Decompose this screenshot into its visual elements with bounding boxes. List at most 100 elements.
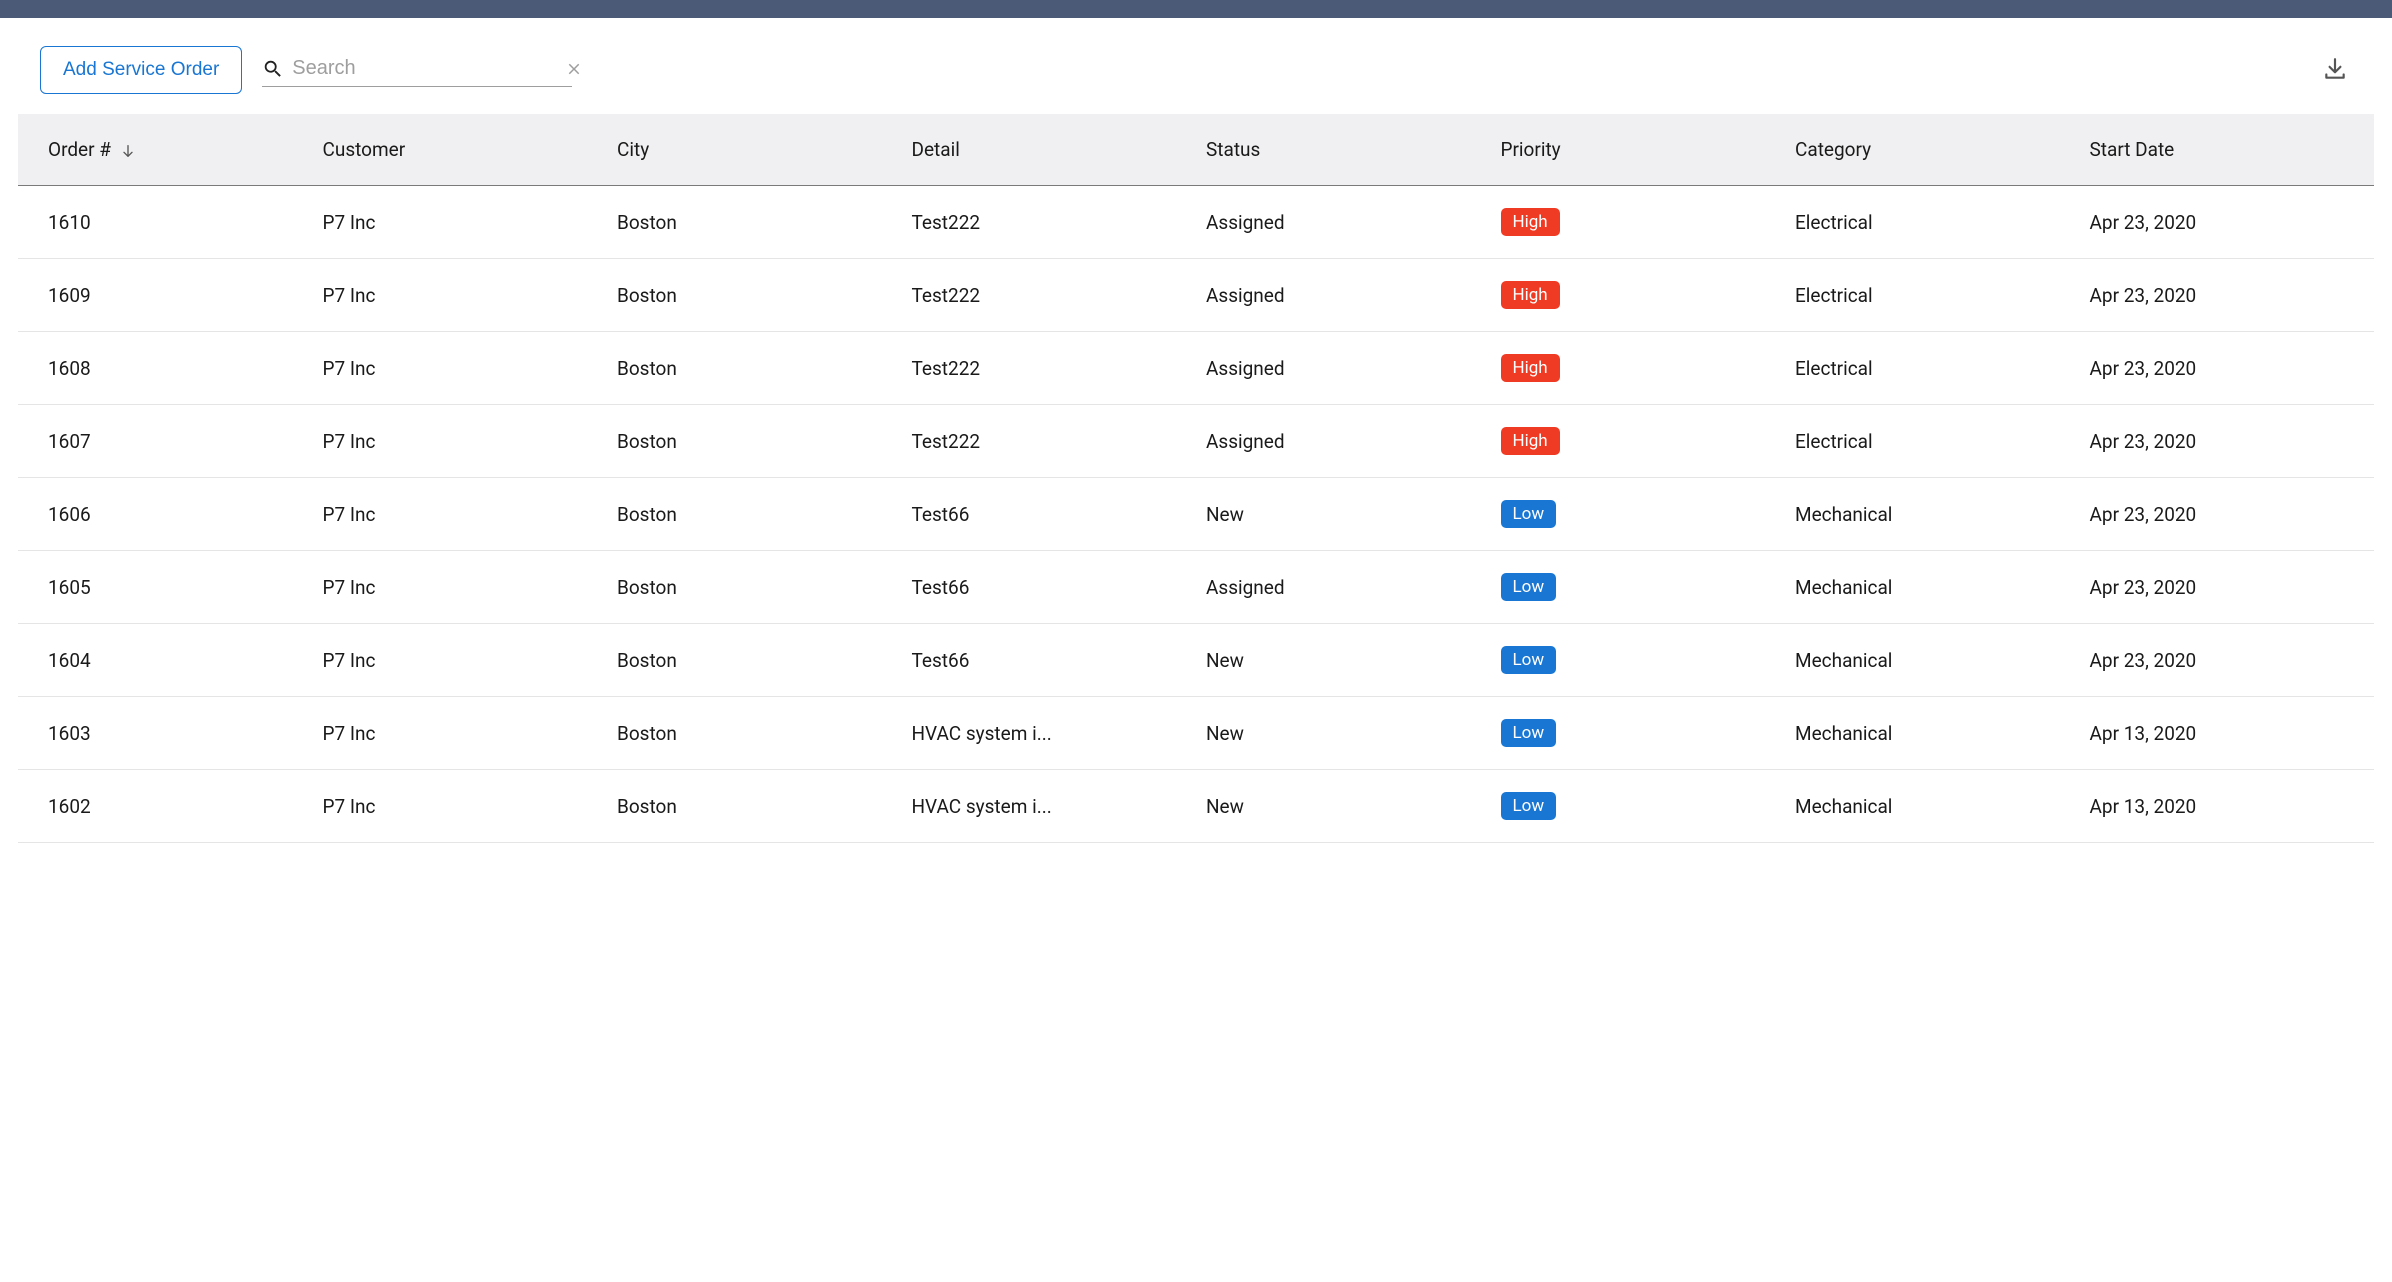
cell-priority: High [1491,405,1786,478]
priority-badge: Low [1501,719,1557,747]
column-header-priority[interactable]: Priority [1491,114,1786,186]
cell-customer: P7 Inc [313,259,608,332]
column-header-category[interactable]: Category [1785,114,2080,186]
priority-badge: Low [1501,573,1557,601]
cell-status: Assigned [1196,259,1491,332]
column-header-order[interactable]: Order # [18,114,313,186]
table-body: 1610P7 IncBostonTest222AssignedHighElect… [18,186,2374,843]
cell-order: 1609 [18,259,313,332]
cell-order: 1608 [18,332,313,405]
add-service-order-button[interactable]: Add Service Order [40,46,242,94]
cell-customer: P7 Inc [313,770,608,843]
cell-city: Boston [607,697,902,770]
cell-customer: P7 Inc [313,405,608,478]
cell-order: 1610 [18,186,313,259]
cell-city: Boston [607,478,902,551]
cell-status: New [1196,624,1491,697]
search-field-wrapper [262,53,572,87]
search-input[interactable] [292,57,557,80]
cell-city: Boston [607,332,902,405]
toolbar: Add Service Order [18,36,2374,114]
cell-detail: Test222 [902,405,1197,478]
table-row[interactable]: 1604P7 IncBostonTest66NewLowMechanicalAp… [18,624,2374,697]
cell-start-date: Apr 23, 2020 [2080,551,2375,624]
service-orders-table: Order # Customer City Detail Status Prio… [18,114,2374,843]
column-header-detail[interactable]: Detail [902,114,1197,186]
cell-start-date: Apr 23, 2020 [2080,332,2375,405]
cell-customer: P7 Inc [313,697,608,770]
cell-priority: High [1491,259,1786,332]
cell-city: Boston [607,186,902,259]
cell-detail: Test222 [902,332,1197,405]
table-row[interactable]: 1603P7 IncBostonHVAC system i...NewLowMe… [18,697,2374,770]
cell-detail: Test222 [902,186,1197,259]
cell-status: New [1196,770,1491,843]
cell-category: Electrical [1785,332,2080,405]
cell-customer: P7 Inc [313,478,608,551]
table-row[interactable]: 1606P7 IncBostonTest66NewLowMechanicalAp… [18,478,2374,551]
cell-status: Assigned [1196,186,1491,259]
cell-city: Boston [607,551,902,624]
cell-start-date: Apr 23, 2020 [2080,478,2375,551]
table-row[interactable]: 1608P7 IncBostonTest222Assigned High Elect… [18,332,2374,405]
table-row[interactable]: 1609P7 IncBostonTest222AssignedHighElect… [18,259,2374,332]
cell-priority: Low [1491,551,1786,624]
cell-detail: Test66 [902,478,1197,551]
table-row[interactable]: 1605P7 IncBostonTest66Assigned Low Mechani… [18,551,2374,624]
clear-icon[interactable] [565,60,583,78]
cell-customer: P7 Inc [313,624,608,697]
column-header-status[interactable]: Status [1196,114,1491,186]
cell-priority: High [1491,186,1786,259]
cell-priority: Low [1491,770,1786,843]
cell-order: 1607 [18,405,313,478]
cell-category: Electrical [1785,186,2080,259]
cell-order: 1604 [18,624,313,697]
table-row[interactable]: 1607P7 IncBostonTest222Assigned High Elect… [18,405,2374,478]
cell-detail: Test222 [902,259,1197,332]
cell-start-date: Apr 23, 2020 [2080,624,2375,697]
cell-city: Boston [607,405,902,478]
column-header-customer[interactable]: Customer [313,114,608,186]
cell-order: 1605 [18,551,313,624]
priority-badge: High [1501,427,1560,455]
search-icon [262,58,284,80]
cell-status: Assigned [1196,405,1491,478]
table-row[interactable]: 1602P7 IncBostonHVAC system i...NewLowMe… [18,770,2374,843]
cell-detail: Test66 [902,551,1197,624]
priority-badge: Low [1501,500,1557,528]
download-icon [2322,56,2348,82]
table-row[interactable]: 1610P7 IncBostonTest222AssignedHighElect… [18,186,2374,259]
priority-badge: Low [1501,792,1557,820]
cell-category: Mechanical [1785,770,2080,843]
cell-customer: P7 Inc [313,186,608,259]
app-top-bar [0,0,2392,18]
cell-priority: Low [1491,478,1786,551]
cell-category: Mechanical [1785,551,2080,624]
cell-category: Mechanical [1785,624,2080,697]
column-header-order-label: Order # [48,138,111,161]
priority-badge: High [1501,354,1560,382]
cell-category: Electrical [1785,259,2080,332]
cell-status: Assigned [1196,332,1491,405]
cell-priority: Low [1491,697,1786,770]
cell-category: Mechanical [1785,697,2080,770]
cell-city: Boston [607,770,902,843]
cell-order: 1603 [18,697,313,770]
cell-start-date: Apr 13, 2020 [2080,697,2375,770]
column-header-start-date[interactable]: Start Date [2080,114,2375,186]
cell-status: Assigned [1196,551,1491,624]
priority-badge: High [1501,281,1560,309]
cell-order: 1606 [18,478,313,551]
cell-detail: Test66 [902,624,1197,697]
download-button[interactable] [2318,52,2352,89]
cell-customer: P7 Inc [313,551,608,624]
column-header-city[interactable]: City [607,114,902,186]
cell-category: Mechanical [1785,478,2080,551]
sort-descending-icon [120,143,136,159]
cell-start-date: Apr 23, 2020 [2080,259,2375,332]
cell-detail: HVAC system i... [902,770,1197,843]
cell-status: New [1196,697,1491,770]
cell-customer: P7 Inc [313,332,608,405]
priority-badge: Low [1501,646,1557,674]
cell-category: Electrical [1785,405,2080,478]
